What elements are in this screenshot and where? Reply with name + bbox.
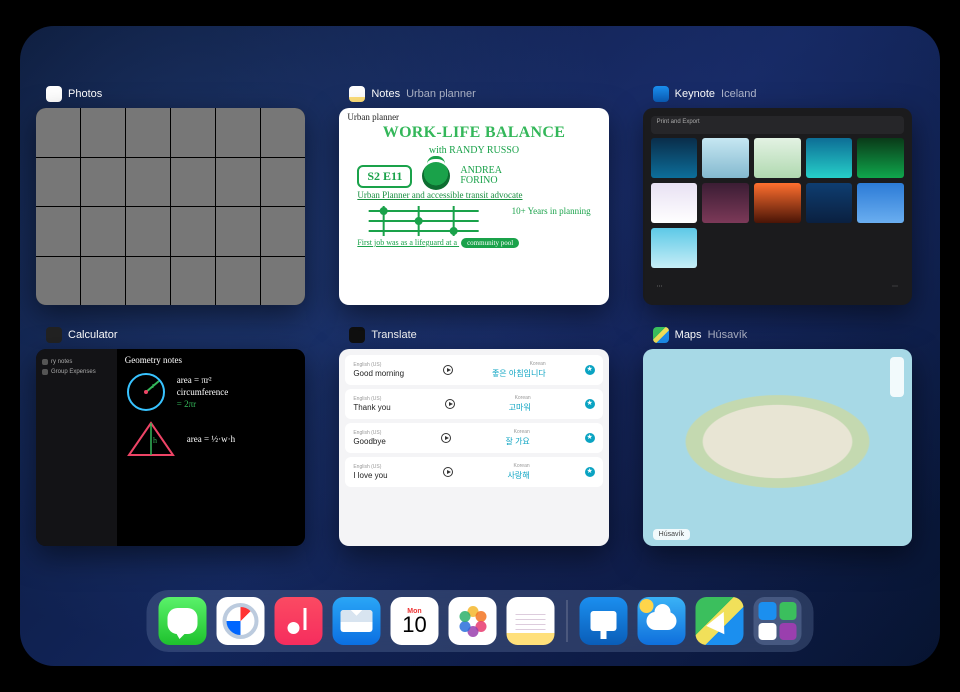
- dock-separator: [567, 600, 568, 642]
- app-library-icon: [759, 602, 797, 640]
- dock-maps[interactable]: [696, 597, 744, 645]
- maps-icon: [653, 327, 669, 343]
- dock-messages[interactable]: [159, 597, 207, 645]
- keynote-bottom-bar: ⋯⋯: [651, 283, 904, 297]
- translate-icon: [349, 327, 365, 343]
- app-header: Maps Húsavík: [643, 327, 912, 349]
- safari-icon: [223, 603, 259, 639]
- svg-text:w: w: [147, 458, 153, 459]
- favorite-icon[interactable]: ★: [585, 467, 595, 477]
- sun-icon: [640, 599, 654, 613]
- svg-text:h: h: [153, 436, 157, 445]
- app-title: Translate: [371, 329, 416, 341]
- play-icon[interactable]: [441, 433, 451, 443]
- play-icon[interactable]: [445, 399, 455, 409]
- dock-music[interactable]: [275, 597, 323, 645]
- face-doodle-icon: [422, 162, 450, 190]
- calc-sidebar: ry notes Group Expenses: [36, 349, 117, 546]
- favorite-icon[interactable]: ★: [585, 399, 595, 409]
- map-search-label: Húsavík: [653, 529, 690, 540]
- svg-text:r: r: [152, 381, 155, 390]
- keynote-thumbnail[interactable]: Print and Export ⋯⋯: [643, 108, 912, 305]
- map-doodle-icon: [357, 206, 490, 236]
- dock: Mon 10: [147, 590, 814, 652]
- circle-equations: area = πr² circumference = 2πr: [177, 374, 228, 410]
- calculator-icon: [46, 327, 62, 343]
- notes-thumbnail[interactable]: Urban planner WORK-LIFE BALANCE with RAN…: [339, 108, 608, 305]
- triangle-diagram-icon: hw: [125, 419, 177, 459]
- cloud-icon: [647, 612, 677, 630]
- app-header: Photos: [36, 86, 305, 108]
- app-card-keynote[interactable]: Keynote Iceland Print and Export ⋯⋯: [643, 86, 912, 305]
- app-card-notes[interactable]: Notes Urban planner Urban planner WORK-L…: [339, 86, 608, 305]
- keynote-top-bar: Print and Export: [651, 116, 904, 134]
- maps-thumbnail[interactable]: Húsavík: [643, 349, 912, 546]
- dock-mail[interactable]: [333, 597, 381, 645]
- app-header: Keynote Iceland: [643, 86, 912, 108]
- map-region: [655, 359, 900, 524]
- geometry-notes-title: Geometry notes: [125, 355, 298, 365]
- messages-icon: [168, 608, 198, 634]
- dock-weather[interactable]: [638, 597, 686, 645]
- music-icon: [288, 608, 310, 634]
- favorite-icon[interactable]: ★: [585, 433, 595, 443]
- photos-thumbnail[interactable]: [36, 108, 305, 305]
- note-doc-title: Urban planner: [347, 112, 399, 122]
- dock-notes[interactable]: [507, 597, 555, 645]
- notes-icon: [349, 86, 365, 102]
- app-title: Calculator: [68, 329, 118, 341]
- mail-icon: [341, 610, 373, 632]
- app-switcher: Photos Notes Urban planner: [20, 86, 940, 546]
- triangle-equation: area = ½·w·h: [187, 433, 235, 445]
- note-footer: First job was as a lifeguard at a commun…: [351, 236, 596, 248]
- app-title: Photos: [68, 88, 102, 100]
- episode-badge: S2 E11: [357, 165, 412, 188]
- translate-row: English (US)Thank you Korean고마워 ★: [345, 389, 602, 419]
- note-heading: WORK-LIFE BALANCE: [351, 124, 596, 142]
- circle-diagram-icon: r: [125, 371, 167, 413]
- map-controls[interactable]: [890, 357, 904, 397]
- favorite-icon[interactable]: ★: [585, 365, 595, 375]
- photos-grid: [36, 108, 305, 305]
- app-card-calculator[interactable]: Calculator ry notes Group Expenses Geome…: [36, 327, 305, 546]
- dock-safari[interactable]: [217, 597, 265, 645]
- app-card-photos[interactable]: Photos: [36, 86, 305, 305]
- app-card-maps[interactable]: Maps Húsavík Húsavík: [643, 327, 912, 546]
- note-heading-sub: with RANDY RUSSO: [351, 145, 596, 156]
- guest-name: ANDREA FORINO: [460, 166, 502, 186]
- dock-app-library[interactable]: [754, 597, 802, 645]
- photos-icon: [46, 86, 62, 102]
- keynote-icon: [653, 86, 669, 102]
- photos-icon: [458, 606, 488, 636]
- app-subtitle: Iceland: [721, 88, 756, 100]
- app-subtitle: Urban planner: [406, 88, 476, 100]
- play-icon[interactable]: [443, 365, 453, 375]
- translate-thumbnail[interactable]: English (US)Good morning Korean좋은 아침입니다 …: [339, 349, 608, 546]
- app-header: Calculator: [36, 327, 305, 349]
- notes-icon: [516, 610, 546, 632]
- calendar-date-label: 10: [402, 615, 426, 635]
- play-icon[interactable]: [443, 467, 453, 477]
- app-card-translate[interactable]: Translate English (US)Good morning Korea…: [339, 327, 608, 546]
- note-tagline: Urban Planner and accessible transit adv…: [351, 190, 596, 200]
- translate-row: English (US)Good morning Korean좋은 아침입니다 …: [345, 355, 602, 385]
- maps-icon: [706, 608, 733, 635]
- dock-photos[interactable]: [449, 597, 497, 645]
- calculator-thumbnail[interactable]: ry notes Group Expenses Geometry notes r…: [36, 349, 305, 546]
- translate-row: English (US)Goodbye Korean잘 가요 ★: [345, 423, 602, 453]
- dock-calendar[interactable]: Mon 10: [391, 597, 439, 645]
- app-title: Maps: [675, 329, 702, 341]
- dock-keynote[interactable]: [580, 597, 628, 645]
- app-title: Notes: [371, 88, 400, 100]
- app-header: Notes Urban planner: [339, 86, 608, 108]
- keynote-icon: [591, 611, 617, 631]
- keynote-slide-grid: [651, 138, 904, 279]
- app-subtitle: Húsavík: [708, 329, 748, 341]
- app-header: Translate: [339, 327, 608, 349]
- translate-row: English (US)I love you Korean사랑해 ★: [345, 457, 602, 487]
- note-years: 10+ Years in planning: [501, 206, 591, 216]
- app-title: Keynote: [675, 88, 715, 100]
